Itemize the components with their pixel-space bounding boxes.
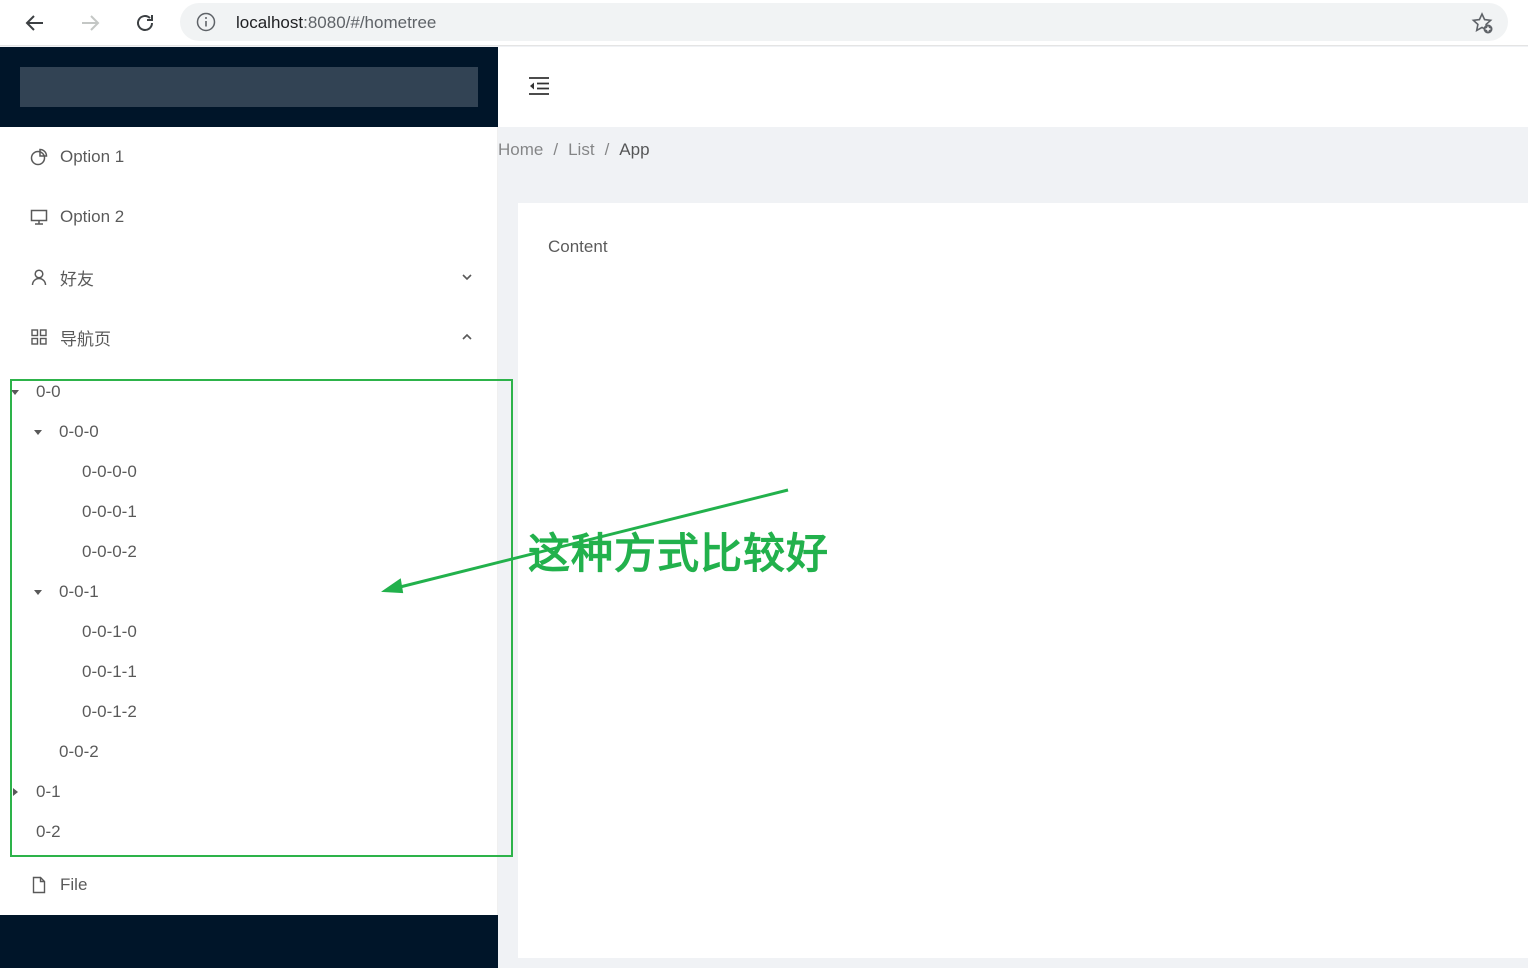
url-path: :8080/#/hometree: [303, 13, 437, 32]
sidebar-item-option-1[interactable]: Option 1: [0, 137, 498, 177]
breadcrumb-list[interactable]: List: [568, 140, 594, 160]
sidebar-item-friends[interactable]: 好友: [0, 257, 498, 297]
sidebar-item-file[interactable]: File: [0, 865, 498, 905]
forward-button[interactable]: [75, 8, 105, 38]
url-host: localhost: [236, 13, 304, 32]
appstore-icon: [30, 328, 48, 346]
arrow-left-icon: [25, 15, 43, 31]
breadcrumb: Home / List / App: [498, 140, 650, 160]
desktop-icon: [30, 208, 48, 226]
back-button[interactable]: [20, 8, 50, 38]
chevron-down-icon: [462, 274, 472, 281]
content-text: Content: [548, 237, 608, 256]
sidebar-item-option-2[interactable]: Option 2: [0, 197, 498, 237]
logo-placeholder: [20, 67, 478, 107]
sidebar-item-label: 好友: [60, 269, 94, 289]
breadcrumb-separator: /: [604, 140, 610, 159]
sidebar-item-label: Option 1: [60, 147, 125, 166]
breadcrumb-separator: /: [553, 140, 559, 159]
chevron-up-icon: [462, 333, 472, 340]
breadcrumb-app: App: [619, 140, 650, 159]
sidebar-item-navigation[interactable]: 导航页: [0, 317, 498, 357]
header: [498, 47, 1528, 127]
reload-button[interactable]: [130, 8, 160, 38]
user-icon: [30, 268, 48, 286]
bookmark-star-icon[interactable]: [1470, 11, 1494, 35]
sidebar-item-label: File: [60, 875, 88, 894]
browser-toolbar: localhost:8080/#/hometree: [0, 0, 1528, 46]
reload-icon: [137, 15, 153, 31]
annotation-text: 这种方式比较好: [528, 529, 830, 578]
sidebar-item-label: Option 2: [60, 207, 125, 226]
address-bar[interactable]: localhost:8080/#/hometree: [180, 3, 1508, 41]
info-icon: [196, 12, 216, 32]
url-text: localhost:8080/#/hometree: [236, 13, 436, 33]
pie-chart-icon: [30, 148, 48, 166]
sidebar-item-label: 导航页: [60, 329, 111, 349]
file-icon: [30, 876, 48, 894]
breadcrumb-home[interactable]: Home: [498, 140, 543, 160]
menu-fold-icon[interactable]: [528, 76, 550, 96]
annotation-box: [10, 379, 513, 857]
arrow-right-icon: [82, 15, 100, 31]
